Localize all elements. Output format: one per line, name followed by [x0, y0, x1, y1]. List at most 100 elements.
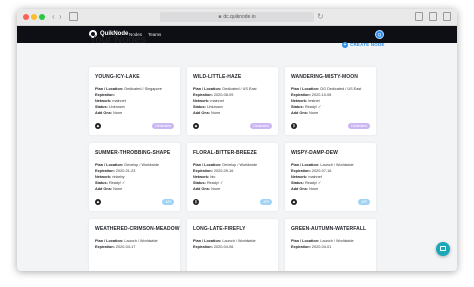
- detail-label: Network:: [291, 99, 308, 103]
- plan-type-badge: API: [260, 199, 272, 205]
- avatar[interactable]: Q: [375, 30, 384, 39]
- create-node-button[interactable]: + CREATE NODE: [342, 42, 385, 48]
- page-title: Your Nodes: [89, 34, 147, 46]
- detail-row-expiration: Expiration: 2020-04-06: [193, 244, 256, 250]
- detail-value: 2020-09-16: [213, 169, 234, 173]
- node-details: Plan / Location: Dedicated / Singapore Ex…: [95, 86, 162, 116]
- detail-label: Expiration:: [291, 93, 311, 97]
- browser-toolbar: ‹ › ■ dc.quiknode.io ↻: [17, 9, 457, 26]
- eth-icon: ◆: [193, 123, 199, 129]
- chat-support-button[interactable]: [436, 242, 450, 256]
- node-details: Plan / Location: Launch / Worldwide Expir…: [291, 162, 354, 192]
- detail-value: Develop / Worldwide: [222, 163, 258, 167]
- detail-label: Network:: [95, 175, 112, 179]
- detail-value: 2020-04-17: [115, 245, 136, 249]
- detail-value: Dedicated / US East: [222, 87, 257, 91]
- node-name: SUMMER-THROBBING-SHAPE: [95, 150, 171, 156]
- plus-icon: +: [342, 42, 348, 48]
- detail-label: Plan / Location:: [291, 239, 320, 243]
- node-details: Plan / Location: Launch / Worldwide Expir…: [95, 238, 158, 250]
- close-window-button[interactable]: [23, 14, 29, 20]
- detail-label: Plan / Location:: [291, 163, 320, 167]
- node-card[interactable]: GREEN-AUTUMN-WATERFALL Plan / Location: L…: [285, 219, 376, 271]
- detail-value: DG Dedicated / US East: [320, 87, 362, 91]
- node-details: Plan / Location: DG Dedicated / US East E…: [291, 86, 361, 116]
- detail-value: Launch / Worldwide: [124, 239, 158, 243]
- detail-row-addons: Add Ons: None: [291, 110, 361, 116]
- nav-item-teams[interactable]: Teams: [148, 31, 161, 38]
- detail-value: testnet: [308, 99, 320, 103]
- detail-label: Network:: [95, 99, 112, 103]
- minimize-window-button[interactable]: [31, 14, 37, 20]
- detail-value: None: [309, 111, 319, 115]
- plan-type-badge: API: [358, 199, 370, 205]
- detail-label: Status:: [95, 181, 108, 185]
- detail-value: 2020-10-06: [311, 93, 332, 97]
- detail-value: None: [113, 187, 123, 191]
- chat-bubble-icon: [440, 246, 446, 251]
- node-name: FLORAL-BITTER-BREEZE: [193, 150, 257, 156]
- detail-label: Expiration:: [291, 169, 311, 173]
- detail-value: Develop / Worldwide: [124, 163, 160, 167]
- detail-row-addons: Add Ons: None: [193, 110, 257, 116]
- plan-type-badge: Dedicated: [348, 123, 370, 129]
- detail-label: Network:: [291, 175, 308, 179]
- detail-value: 2020-01-23: [115, 169, 136, 173]
- reload-icon[interactable]: ↻: [317, 12, 324, 22]
- lock-icon: ■: [218, 14, 222, 20]
- node-card[interactable]: WILD-LITTLE-HAZE Plan / Location: Dedicat…: [187, 67, 278, 135]
- tabs-overview-icon[interactable]: [443, 12, 451, 21]
- detail-value: mainnet: [210, 99, 224, 103]
- node-name: WANDERING-MISTY-MOON: [291, 74, 358, 80]
- detail-value: None: [211, 111, 221, 115]
- new-tab-icon[interactable]: [429, 12, 437, 21]
- detail-row-addons: Add Ons: None: [95, 110, 162, 116]
- detail-label: Plan / Location:: [193, 239, 222, 243]
- create-node-label: CREATE NODE: [350, 42, 385, 48]
- address-bar[interactable]: ■ dc.quiknode.io: [160, 12, 314, 22]
- plan-type-badge: Dedicated: [152, 123, 174, 129]
- detail-value: 2020-07-16: [311, 169, 332, 173]
- node-name: GREEN-AUTUMN-WATERFALL: [291, 226, 367, 232]
- detail-value: rinkeby: [112, 175, 125, 179]
- back-icon[interactable]: ‹: [52, 12, 55, 22]
- node-card[interactable]: FLORAL-BITTER-BREEZE Plan / Location: Dev…: [187, 143, 278, 211]
- detail-label: Network:: [193, 99, 210, 103]
- detail-label: Expiration:: [193, 169, 213, 173]
- node-details: Plan / Location: Launch / Worldwide Expir…: [193, 238, 256, 250]
- detail-label: Plan / Location:: [193, 163, 222, 167]
- detail-value: Dedicated / Singapore: [124, 87, 162, 91]
- node-card[interactable]: WANDERING-MISTY-MOON Plan / Location: DG …: [285, 67, 376, 135]
- detail-row-addons: Add Ons: None: [291, 186, 354, 192]
- maximize-window-button[interactable]: [39, 14, 45, 20]
- detail-label: Plan / Location:: [95, 87, 124, 91]
- node-card[interactable]: SUMMER-THROBBING-SHAPE Plan / Location: D…: [89, 143, 180, 211]
- eth-icon: ◆: [95, 123, 101, 129]
- node-name: YOUNG-ICY-LAKE: [95, 74, 140, 80]
- detail-label: Add Ons:: [291, 111, 309, 115]
- btc-icon: ₿: [193, 199, 199, 205]
- detail-label: Add Ons:: [193, 187, 211, 191]
- btc-icon: ₿: [291, 123, 297, 129]
- node-name: LONG-LATE-FIREFLY: [193, 226, 246, 232]
- node-details: Plan / Location: Dedicated / US East Expi…: [193, 86, 257, 116]
- detail-label: Status:: [291, 105, 304, 109]
- app-header: QuikNode Nodes Teams Q: [17, 26, 457, 43]
- detail-value: None: [309, 187, 319, 191]
- forward-icon[interactable]: ›: [59, 12, 62, 22]
- node-details: Plan / Location: Launch / Worldwide Expir…: [291, 238, 354, 250]
- node-details: Plan / Location: Develop / Worldwide Expi…: [95, 162, 159, 192]
- node-card[interactable]: WEATHERED-CRIMSON-MEADOW Plan / Location:…: [89, 219, 180, 271]
- detail-label: Add Ons:: [95, 187, 113, 191]
- share-icon[interactable]: [415, 12, 423, 21]
- detail-label: Expiration:: [95, 245, 115, 249]
- node-card[interactable]: WISPY-DAMP-DEW Plan / Location: Launch / …: [285, 143, 376, 211]
- node-card[interactable]: LONG-LATE-FIREFLY Plan / Location: Launch…: [187, 219, 278, 271]
- detail-value: Ready! ✓: [304, 105, 322, 109]
- detail-row-addons: Add Ons: None: [193, 186, 257, 192]
- detail-label: Expiration:: [291, 245, 311, 249]
- node-card[interactable]: YOUNG-ICY-LAKE Plan / Location: Dedicated…: [89, 67, 180, 135]
- sidebar-toggle-icon[interactable]: [69, 12, 78, 21]
- detail-value: Ready! ✓: [108, 181, 126, 185]
- detail-value: Launch / Worldwide: [222, 239, 256, 243]
